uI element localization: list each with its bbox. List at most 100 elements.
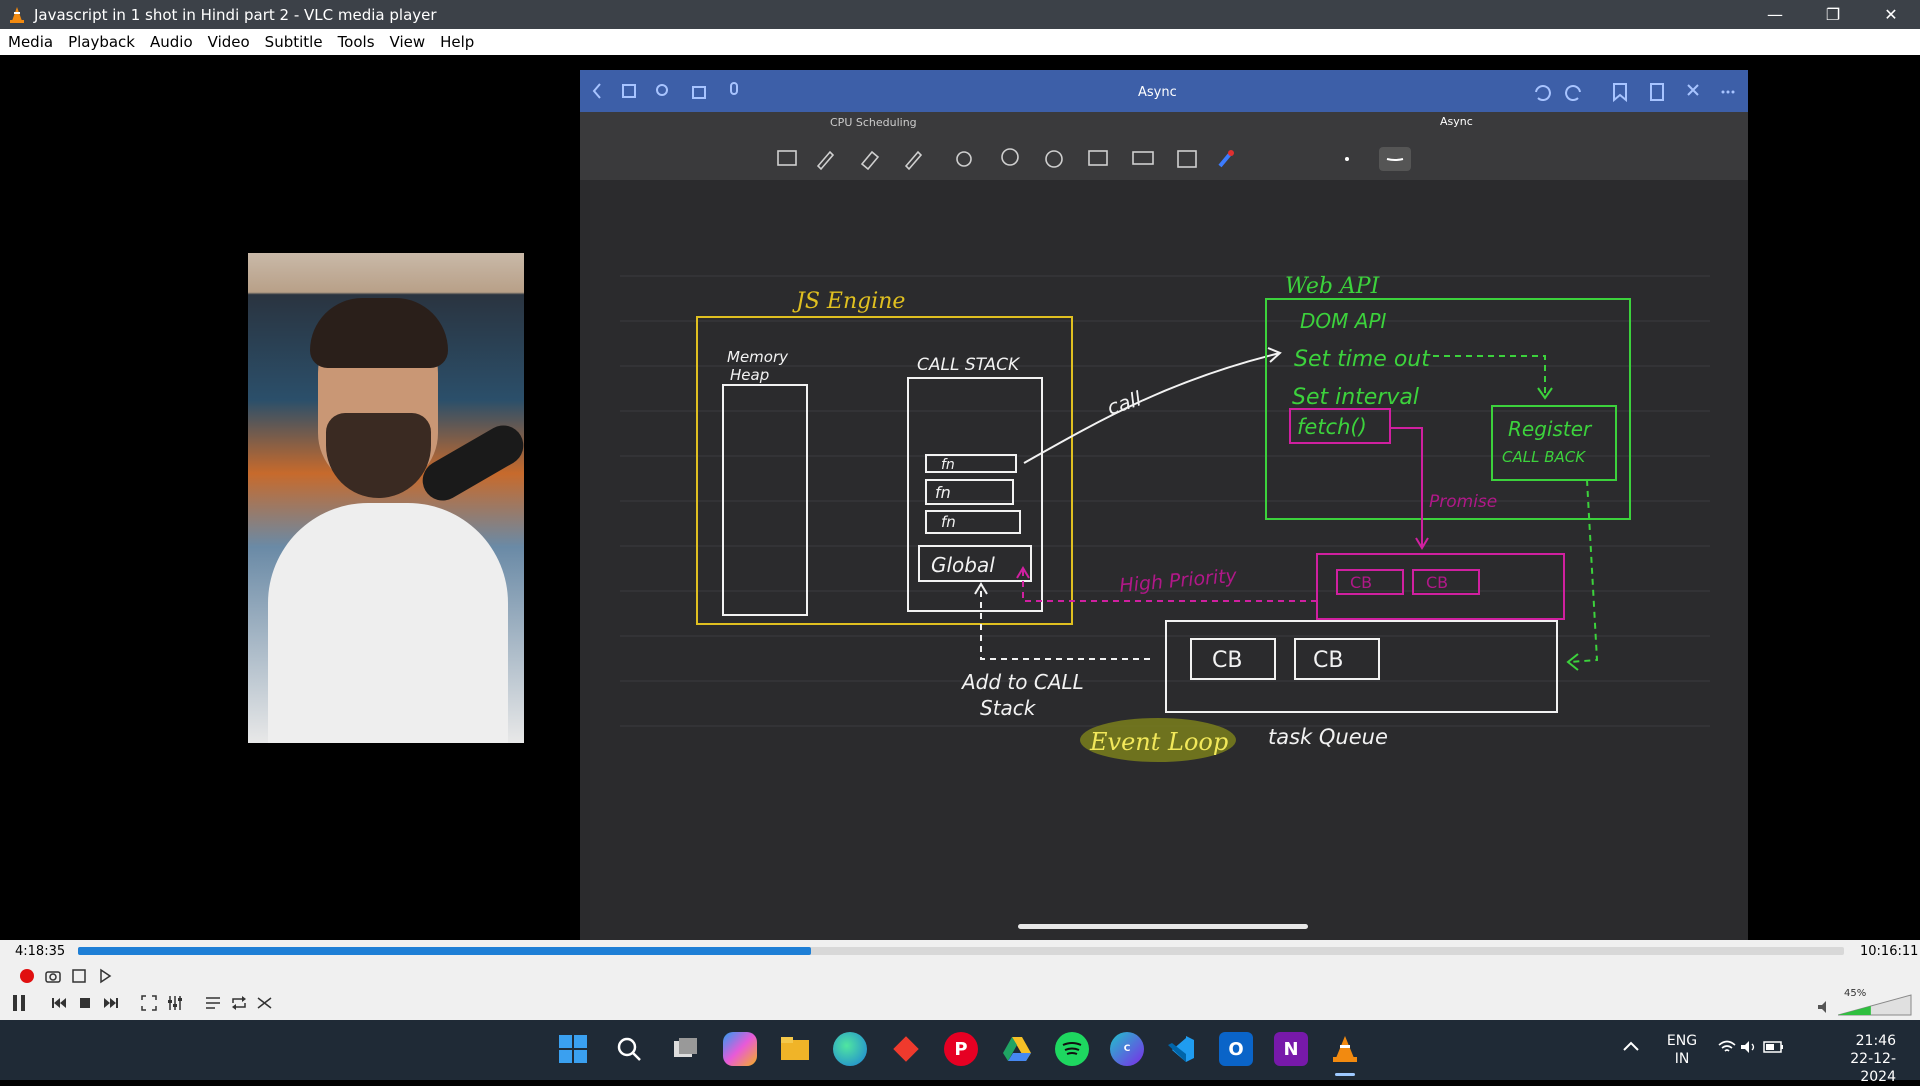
search-icon[interactable]	[612, 1032, 646, 1066]
snapshot-button[interactable]	[42, 965, 64, 987]
network-volume-battery-button[interactable]	[1718, 1040, 1785, 1059]
eraser-tool-icon	[860, 150, 880, 171]
pause-button[interactable]	[8, 992, 30, 1014]
spotify-icon[interactable]	[1055, 1032, 1089, 1066]
microtask-cb-2-label: CB	[1426, 573, 1448, 592]
menu-audio[interactable]: Audio	[142, 33, 200, 51]
shuffle-button[interactable]	[254, 992, 276, 1014]
call-arrow	[1023, 352, 1281, 464]
shuffle-icon	[257, 997, 272, 1009]
dom-api-label: DOM API	[1300, 309, 1386, 333]
menu-playback[interactable]: Playback	[60, 33, 142, 51]
async-diagram: JS Engine Memory Heap CALL STACK fn fn f…	[620, 274, 1710, 762]
loop-icon	[232, 996, 246, 1010]
set-timeout-label: Set time out	[1294, 347, 1431, 372]
menu-media[interactable]: Media	[0, 33, 60, 51]
lasso-tool-icon	[1001, 148, 1019, 166]
presenter-beard	[326, 413, 431, 498]
task-cb-1-label: CB	[1212, 648, 1242, 673]
copilot-icon[interactable]	[723, 1032, 757, 1066]
record-icon	[20, 969, 34, 983]
presenter-shirt	[268, 503, 508, 743]
next-button[interactable]	[100, 992, 122, 1014]
edge-icon[interactable]	[833, 1032, 867, 1066]
title-bar: Javascript in 1 shot in Hindi part 2 - V…	[0, 0, 1920, 29]
vlc-icon[interactable]	[1328, 1032, 1362, 1066]
total-time: 10:16:11	[1860, 944, 1919, 959]
notes-canvas[interactable]: JS Engine Memory Heap CALL STACK fn fn f…	[580, 180, 1748, 940]
canva-icon[interactable]: C	[1110, 1032, 1144, 1066]
video-frame[interactable]: Async CPU Scheduling Async JS Engine Mem…	[0, 55, 1920, 940]
stroke-size-dot	[1345, 157, 1349, 161]
next-icon	[104, 998, 118, 1008]
vscode-icon[interactable]	[1164, 1032, 1198, 1066]
presenter-hair	[310, 298, 448, 368]
grid-icon	[622, 84, 636, 98]
seek-bar[interactable]	[78, 947, 1844, 955]
battery-icon	[1763, 1041, 1783, 1053]
fullscreen-button[interactable]	[138, 992, 160, 1014]
vlc-cone-icon	[10, 6, 24, 23]
menu-video[interactable]: Video	[200, 33, 257, 51]
anydesk-icon[interactable]	[889, 1032, 923, 1066]
menu-subtitle[interactable]: Subtitle	[257, 33, 330, 51]
tab-async[interactable]: Async	[1440, 115, 1473, 128]
menu-view[interactable]: View	[382, 33, 433, 51]
loop-button[interactable]	[228, 992, 250, 1014]
back-icon	[592, 83, 601, 99]
undo-icon	[1535, 85, 1551, 101]
frame-step-button[interactable]	[94, 965, 116, 987]
mic-icon	[730, 82, 738, 95]
region-code: IN	[1674, 1051, 1690, 1067]
fetch-label: fetch()	[1297, 415, 1367, 439]
web-api-label: Web API	[1285, 274, 1381, 299]
fullscreen-icon	[141, 995, 157, 1011]
clock[interactable]: 21:46 22-12-2024	[1816, 1032, 1896, 1086]
task-view-icon[interactable]	[668, 1032, 702, 1066]
show-hidden-icons-button[interactable]	[1623, 1038, 1639, 1056]
volume-slider[interactable]: 45%	[1837, 988, 1912, 1016]
register-to-queue-dashed	[1569, 479, 1599, 663]
mute-button[interactable]	[1813, 996, 1835, 1018]
event-loop-label: Event Loop	[1089, 728, 1228, 756]
memory-heap-box	[722, 384, 808, 616]
more-icon	[1726, 90, 1730, 94]
seek-bar-fill	[78, 947, 811, 955]
google-drive-icon[interactable]	[1000, 1032, 1034, 1066]
menu-tools[interactable]: Tools	[330, 33, 382, 51]
home-indicator	[1018, 924, 1308, 929]
tab-cpu-scheduling[interactable]: CPU Scheduling	[830, 116, 917, 129]
record-button[interactable]	[16, 965, 38, 987]
stack-frame-fn-1	[925, 454, 1017, 473]
language-indicator[interactable]: ENG IN	[1665, 1032, 1699, 1068]
pinterest-icon[interactable]: P	[944, 1032, 978, 1066]
extended-settings-button[interactable]	[164, 992, 186, 1014]
laser-pointer-icon	[1218, 152, 1232, 168]
pen-tool-icon	[816, 150, 835, 171]
previous-icon	[52, 998, 66, 1008]
stop-button[interactable]	[74, 992, 96, 1014]
outlook-icon[interactable]: O	[1219, 1032, 1253, 1066]
windows-start-icon[interactable]	[556, 1032, 590, 1066]
minimize-button[interactable]: —	[1746, 0, 1804, 29]
image-capture-tool-icon	[777, 150, 797, 166]
set-interval-label: Set interval	[1292, 385, 1419, 410]
document-title[interactable]: Async	[1138, 85, 1177, 100]
chevron-up-icon	[1623, 1041, 1639, 1051]
close-icon	[1687, 84, 1699, 96]
menu-help[interactable]: Help	[432, 33, 481, 51]
playlist-button[interactable]	[202, 992, 224, 1014]
stack-frame-fn-2-label: fn	[935, 483, 951, 502]
pause-icon	[13, 995, 25, 1011]
loop-ab-button[interactable]	[68, 965, 90, 987]
volume-percent: 45%	[1844, 988, 1867, 999]
equalizer-icon	[168, 996, 182, 1010]
previous-button[interactable]	[48, 992, 70, 1014]
file-explorer-icon[interactable]	[778, 1032, 812, 1066]
notes-top-bar: Async	[580, 70, 1748, 112]
shapes-tool-icon	[956, 151, 972, 167]
restore-button[interactable]: ❐	[1804, 0, 1862, 29]
task-queue-label: task Queue	[1268, 725, 1388, 749]
onenote-icon[interactable]: N	[1274, 1032, 1308, 1066]
close-button[interactable]: ✕	[1862, 0, 1920, 29]
